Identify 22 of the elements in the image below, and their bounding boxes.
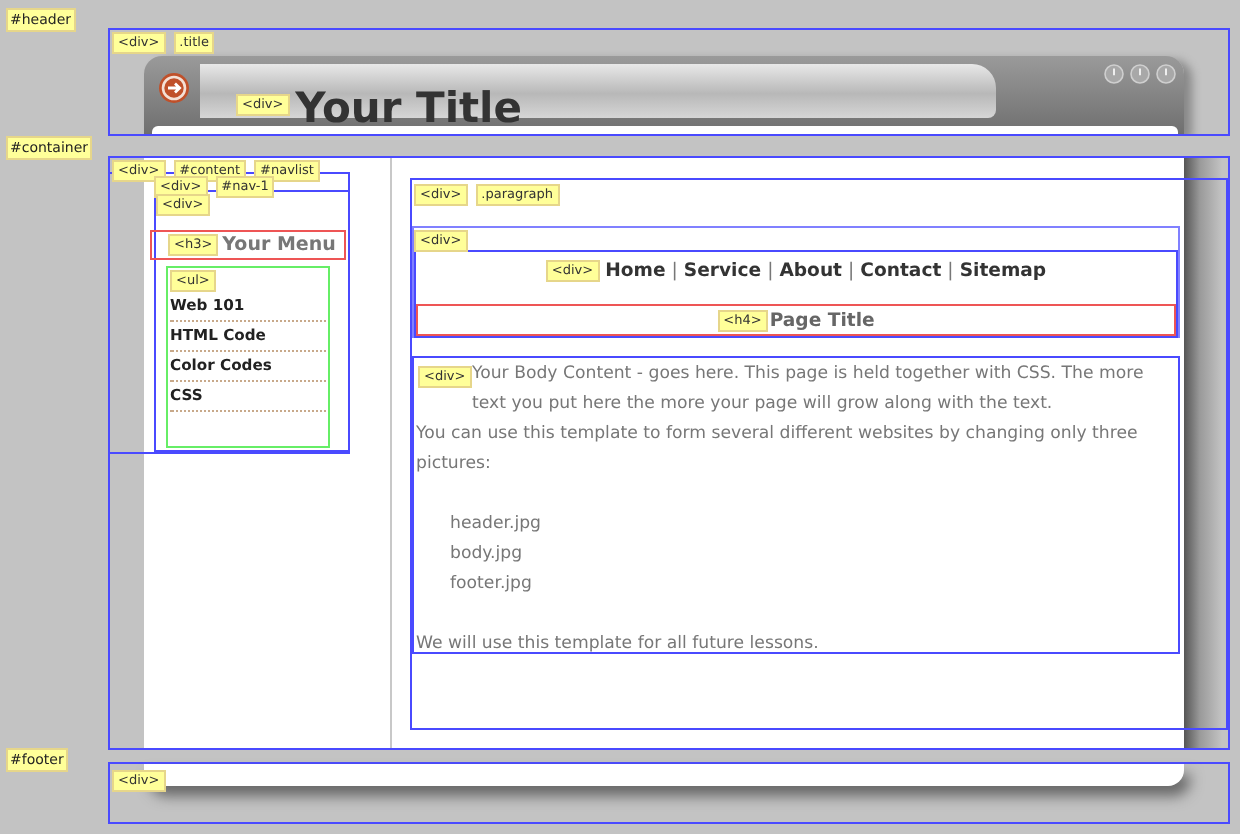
body-text: Your Body Content - goes here. This page is held together with CSS. The more text you put here the more your page will grow along with the text.: [472, 362, 1146, 418]
menu-heading: Your Menu: [222, 234, 336, 256]
file-name: header.jpg: [450, 514, 542, 534]
page-title: Page Title: [769, 309, 875, 331]
body-text: You can use this template to form several different websites by changing only three pictures:: [416, 422, 1140, 478]
nav-link[interactable]: Service: [683, 259, 762, 281]
nav-link[interactable]: Contact: [860, 259, 942, 281]
site-title: Your Title: [295, 86, 522, 130]
power-icon[interactable]: [1156, 64, 1176, 84]
power-icon[interactable]: [1130, 64, 1150, 84]
nav-link[interactable]: About: [779, 259, 843, 281]
link-separator: |: [947, 259, 954, 281]
nav-link[interactable]: Sitemap: [959, 259, 1047, 281]
link-separator: |: [848, 259, 855, 281]
file-name: footer.jpg: [450, 574, 532, 594]
nav-link[interactable]: Home: [605, 259, 666, 281]
link-separator: |: [671, 259, 678, 281]
body-text: We will use this template for all future lessons.: [416, 634, 819, 654]
file-name: body.jpg: [450, 544, 523, 564]
link-separator: |: [767, 259, 774, 281]
arrow-icon: [158, 72, 190, 104]
power-icon[interactable]: [1104, 64, 1124, 84]
